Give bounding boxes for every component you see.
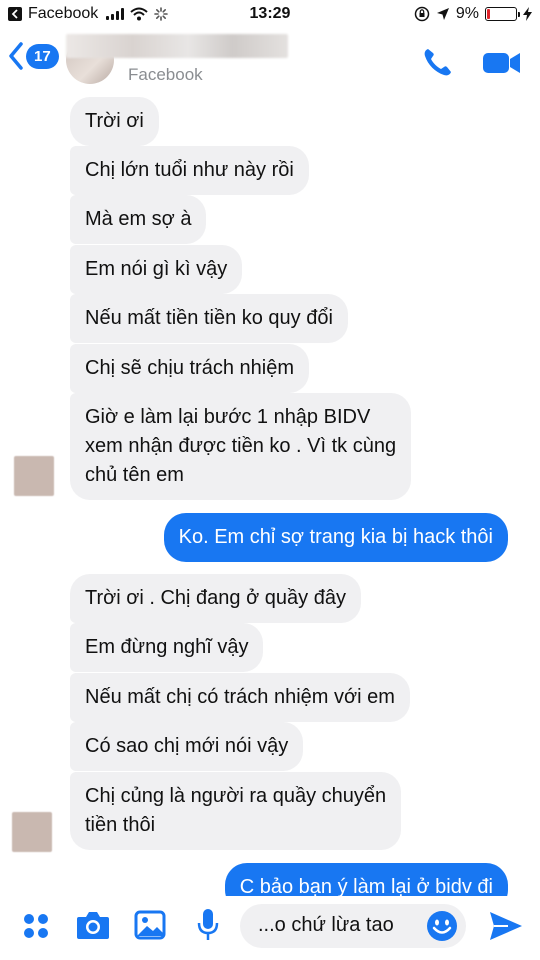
camera-icon[interactable] [76,910,110,940]
battery-icon [485,7,520,21]
message-incoming[interactable]: Trời ơi . Chị đang ở quầy đây [70,574,361,623]
message-outgoing[interactable]: C bảo bạn ý làm lại ở bidv đi [224,863,508,896]
smiley-icon[interactable] [426,910,458,942]
message-incoming-multiline[interactable]: Chị củng là người ra quầy chuyển tiền th… [70,772,402,850]
unread-count-badge: 17 [26,43,59,69]
microphone-icon[interactable] [196,908,220,942]
status-bar: Facebook 13:29 9% [0,0,540,28]
sender-avatar[interactable] [12,812,52,852]
message-line: tiền thôi [85,814,156,836]
message-incoming[interactable]: Trời ơi [70,97,159,146]
message-input-text: ...o chứ lừa tao [258,914,394,936]
four-dots-icon[interactable] [22,912,50,940]
send-icon[interactable] [488,910,524,942]
message-incoming[interactable]: Nếu mất tiền tiền ko quy đổi [70,294,348,343]
message-line: chủ tên em [85,464,184,486]
message-incoming[interactable]: Chị lớn tuổi như này rồi [70,146,309,195]
video-camera-icon[interactable] [482,48,522,78]
message-line: xem nhận được tiền ko . Vì tk cùng [85,435,397,457]
message-outgoing[interactable]: Ko. Em chỉ sợ trang kia bị hack thôi [163,513,508,562]
sender-avatar[interactable] [14,456,54,496]
message-incoming-multiline[interactable]: Giờ e làm lại bước 1 nhập BIDV xem nhận … [70,393,412,500]
message-incoming[interactable]: Có sao chị mới nói vậy [70,722,304,771]
message-line: Chị củng là người ra quầy chuyển [85,785,387,807]
conversation-header: 17 Facebook [0,28,540,92]
battery-percent: 9% [455,5,479,22]
back-button[interactable]: 17 [8,42,59,70]
message-incoming[interactable]: Em nói gì kì vậy [70,245,243,294]
message-incoming[interactable]: Nếu mất chị có trách nhiệm với em [70,673,410,722]
message-incoming[interactable]: Chị sẽ chịu trách nhiệm [70,344,309,393]
composer-bar: ...o chứ lừa tao [0,896,540,960]
charging-bolt-icon [523,7,532,21]
orientation-lock-icon [414,6,430,22]
contact-name-redacted [66,34,288,58]
contact-subtitle: Facebook [128,65,203,84]
chevron-left-icon [9,42,23,70]
message-incoming[interactable]: Mà em sợ à [70,195,207,244]
message-incoming[interactable]: Em đừng nghĩ vậy [70,623,264,672]
message-input[interactable]: ...o chứ lừa tao [240,904,466,948]
phone-icon[interactable] [420,46,456,78]
message-line: Giờ e làm lại bước 1 nhập BIDV [85,406,371,428]
location-icon [436,8,449,20]
image-icon[interactable] [134,910,166,940]
message-list[interactable]: Trời ơi Chị lớn tuổi như này rồi Mà em s… [0,92,540,896]
